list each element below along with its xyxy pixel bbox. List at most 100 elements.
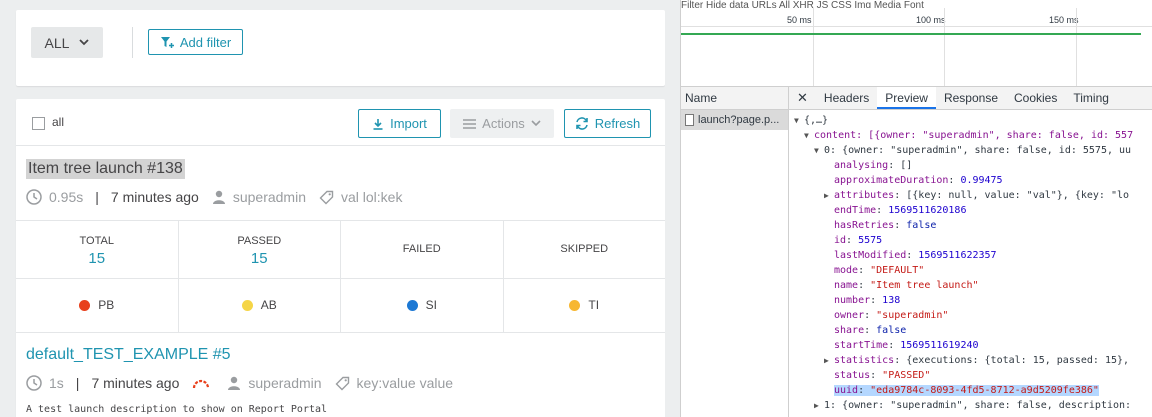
json-preview-tree: ▼ {,…} ▼ content: [{owner: "superadmin", s…	[789, 113, 1152, 413]
stat-total[interactable]: TOTAL 15	[16, 221, 179, 278]
tree-field-row[interactable]: uuid: "eda9784c-8093-4fd5-8712-a9d5209fe…	[789, 383, 1152, 398]
tree-item-0-node[interactable]: ▼ 0: {owner: "superadmin", share: false, …	[789, 143, 1152, 158]
select-all-checkbox[interactable]	[32, 117, 45, 130]
tree-field-colon: :	[864, 325, 877, 336]
add-filter-button[interactable]: Add filter	[148, 29, 243, 55]
launches-toolbar: all Import Actions Refresh	[16, 99, 665, 146]
tree-field-row[interactable]: owner: "superadmin"	[789, 308, 1152, 323]
tree-field-value: "PASSED"	[882, 370, 931, 381]
stat-value[interactable]: 15	[179, 250, 341, 267]
tab-response[interactable]: Response	[936, 87, 1006, 109]
refresh-button[interactable]: Refresh	[564, 109, 651, 138]
tree-field-row[interactable]: share: false	[789, 323, 1152, 338]
stat-failed[interactable]: FAILED	[341, 221, 504, 278]
tree-content-node[interactable]: ▼ content: [{owner: "superadmin", share: …	[789, 128, 1152, 143]
tree-field-colon: :	[888, 160, 901, 171]
tree-field-key: startTime	[834, 340, 889, 351]
request-row[interactable]: launch?page.p...	[681, 110, 788, 130]
tree-field-row[interactable]: lastModified: 1569511622357	[789, 248, 1152, 263]
select-all-label: all	[52, 115, 65, 129]
defect-system-issue[interactable]: SI	[341, 278, 504, 332]
tree-field-row[interactable]: approximateDuration: 0.99475	[789, 173, 1152, 188]
tree-field-content: attributes: [{key: null, value: "val"}, …	[834, 190, 1129, 201]
tree-field-value: "superadmin"	[876, 310, 949, 321]
tree-field-row[interactable]: ▶ attributes: [{key: null, value: "val"},…	[789, 188, 1152, 203]
stat-label: SKIPPED	[560, 243, 609, 255]
tab-cookies[interactable]: Cookies	[1006, 87, 1065, 109]
tree-field-row[interactable]: startTime: 1569511619240	[789, 338, 1152, 353]
tree-field-value: 138	[882, 295, 901, 306]
tree-field-key: endTime	[834, 205, 877, 216]
launch-duration: 1s	[49, 375, 64, 391]
tree-field-row[interactable]: mode: "DEFAULT"	[789, 263, 1152, 278]
launch-start-time: 7 minutes ago	[91, 375, 180, 391]
tree-field-colon: :	[906, 250, 919, 261]
detail-tabs: ✕ Headers Preview Response Cookies Timin…	[789, 87, 1152, 110]
tree-field-row[interactable]: hasRetries: false	[789, 218, 1152, 233]
tree-field-key: number	[834, 295, 871, 306]
close-icon[interactable]: ✕	[789, 90, 816, 106]
launch-owner[interactable]: superadmin	[248, 375, 321, 391]
launch-owner[interactable]: superadmin	[233, 189, 306, 205]
launch-meta: 0.95s | 7 minutes ago superadmin val lol…	[26, 189, 402, 205]
stat-label: TOTAL	[79, 235, 114, 247]
defect-dot	[569, 299, 581, 311]
expanded-triangle-icon: ▼	[794, 116, 799, 125]
collapsed-triangle-icon: ▶	[814, 401, 819, 410]
tree-field-colon: :	[876, 205, 889, 216]
tree-field-row[interactable]: name: "Item tree launch"	[789, 278, 1152, 293]
pane-gap	[665, 0, 680, 417]
network-filter-strip[interactable]: Filter Hide data URLs All XHR JS CSS Img…	[681, 0, 1152, 8]
tab-preview[interactable]: Preview	[877, 87, 936, 109]
collapsed-triangle-icon: ▶	[824, 191, 829, 200]
tree-field-colon: :	[846, 235, 859, 246]
tree-root[interactable]: ▼ {,…}	[789, 113, 1152, 128]
tree-field-row[interactable]: id: 5575	[789, 233, 1152, 248]
expanded-triangle-icon: ▼	[814, 146, 819, 155]
stat-passed[interactable]: PASSED 15	[179, 221, 341, 278]
tree-field-key: status	[834, 370, 871, 381]
tree-field-colon: :	[888, 340, 901, 351]
import-label: Import	[390, 116, 427, 131]
tree-field-row[interactable]: status: "PASSED"	[789, 368, 1152, 383]
tree-field-key: hasRetries	[834, 220, 895, 231]
tree-field-row[interactable]: analysing: []	[789, 158, 1152, 173]
name-column-header[interactable]: Name	[681, 87, 788, 110]
network-timeline: 50 ms 100 ms 150 ms	[681, 8, 1152, 87]
tree-field-row[interactable]: ▶ statistics: {executions: {total: 15, pa…	[789, 353, 1152, 368]
stat-label: PASSED	[237, 235, 282, 247]
timeline-gridline	[944, 8, 945, 86]
defect-product-bug[interactable]: PB	[16, 278, 179, 332]
tree-field-content: approximateDuration: 0.99475	[834, 175, 1003, 186]
launch-attribute[interactable]: key:value value	[357, 375, 454, 391]
menu-icon	[463, 118, 477, 129]
launch-statistics: TOTAL 15 PASSED 15 FAILED SKIPPED	[16, 220, 665, 279]
timeline-gridline	[813, 8, 814, 86]
launch-title-link[interactable]: default_TEST_EXAMPLE #5	[26, 346, 231, 364]
launch-title-link[interactable]: Item tree launch #138	[26, 159, 185, 179]
import-button[interactable]: Import	[358, 109, 441, 138]
tree-field-colon: :	[870, 295, 883, 306]
tree-item-1-node[interactable]: ▶ 1: {owner: "superadmin", share: false, …	[789, 398, 1152, 413]
filter-plus-icon	[160, 36, 174, 48]
actions-button[interactable]: Actions	[450, 109, 554, 138]
tab-timing[interactable]: Timing	[1065, 87, 1117, 109]
tree-field-row[interactable]: endTime: 1569511620186	[789, 203, 1152, 218]
tree-fields: analysing: [] approximateDuration: 0.9947…	[789, 158, 1152, 398]
stat-skipped[interactable]: SKIPPED	[504, 221, 666, 278]
actions-label: Actions	[482, 116, 525, 131]
timeline-ruler: 50 ms 100 ms 150 ms	[681, 8, 1152, 27]
user-icon	[228, 376, 241, 390]
defect-automation-bug[interactable]: AB	[179, 278, 341, 332]
tree-field-key: id	[834, 235, 847, 246]
tree-field-value: 1569511620186	[888, 205, 967, 216]
tab-headers[interactable]: Headers	[816, 87, 877, 109]
launch-attribute[interactable]: val lol:kek	[341, 189, 402, 205]
tree-field-colon: :	[948, 175, 961, 186]
meta-separator: |	[95, 189, 99, 205]
launch-type-select[interactable]: ALL	[31, 27, 103, 58]
tree-field-row[interactable]: number: 138	[789, 293, 1152, 308]
stat-value[interactable]: 15	[16, 250, 178, 267]
tree-field-colon: :	[858, 385, 871, 396]
defect-to-investigate[interactable]: TI	[504, 278, 666, 332]
